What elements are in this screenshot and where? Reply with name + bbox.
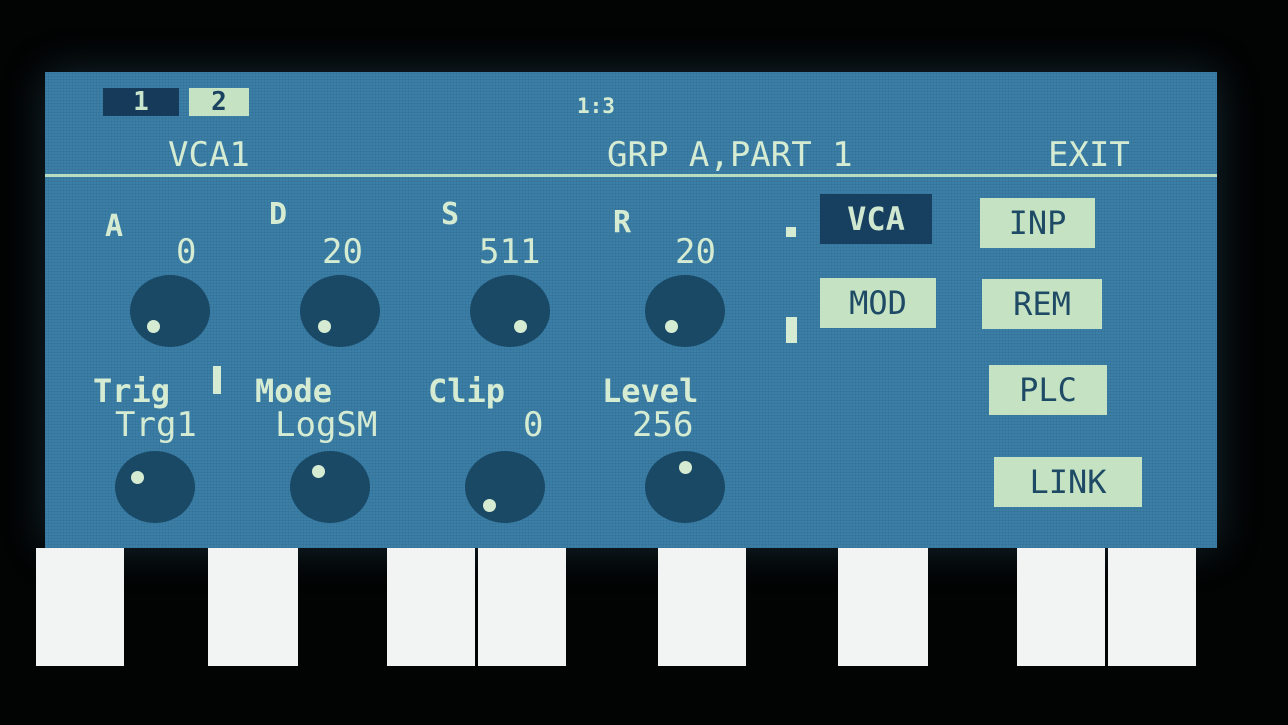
soft-key-5[interactable] <box>658 548 746 666</box>
trig-value: Trg1 <box>115 405 197 445</box>
soft-key-1[interactable] <box>36 548 124 666</box>
clip-label: Clip <box>428 372 506 410</box>
release-label: R <box>613 205 632 240</box>
sustain-value: 511 <box>479 232 541 272</box>
link-button[interactable]: LINK <box>994 457 1142 507</box>
mod-select-indicator <box>786 317 797 343</box>
page-indicator: 1:3 <box>577 94 615 118</box>
soft-key-3[interactable] <box>387 548 475 666</box>
plc-button[interactable]: PLC <box>989 365 1107 415</box>
trig-edit-indicator <box>213 366 221 394</box>
attack-knob[interactable] <box>130 275 210 347</box>
mod-button[interactable]: MOD <box>820 278 936 328</box>
clip-knob[interactable] <box>465 451 545 523</box>
soft-key-7[interactable] <box>1017 548 1105 666</box>
soft-key-8[interactable] <box>1108 548 1196 666</box>
attack-label: A <box>105 209 124 244</box>
mode-label: Mode <box>255 372 333 410</box>
trig-label: Trig <box>93 372 171 410</box>
clip-value: 0 <box>523 405 544 445</box>
trig-knob[interactable] <box>115 451 195 523</box>
attack-value: 0 <box>176 232 197 272</box>
soft-key-6[interactable] <box>838 548 928 666</box>
mode-knob[interactable] <box>290 451 370 523</box>
soft-key-2[interactable] <box>208 548 298 666</box>
knob-indicator <box>131 471 144 484</box>
header-divider <box>45 174 1217 177</box>
knob-indicator <box>514 320 527 333</box>
knob-indicator <box>147 320 160 333</box>
lcd-screen: 1 2 1:3 VCA1 GRP A,PART 1 EXIT A 0 D 20 … <box>45 72 1217 548</box>
exit-button[interactable]: EXIT <box>1048 138 1130 172</box>
decay-label: D <box>269 197 288 232</box>
knob-indicator <box>665 320 678 333</box>
release-value: 20 <box>675 232 716 272</box>
level-value: 256 <box>632 405 694 445</box>
page-title: VCA1 <box>168 135 250 175</box>
level-label: Level <box>602 372 699 410</box>
knob-indicator <box>483 499 496 512</box>
vca-select-indicator <box>786 227 796 237</box>
knob-indicator <box>312 465 325 478</box>
knob-indicator <box>679 461 692 474</box>
mode-value: LogSM <box>275 405 378 445</box>
tab-1[interactable]: 1 <box>103 88 179 116</box>
level-knob[interactable] <box>645 451 725 523</box>
decay-knob[interactable] <box>300 275 380 347</box>
knob-indicator <box>318 320 331 333</box>
vca-button[interactable]: VCA <box>820 194 932 244</box>
sustain-knob[interactable] <box>470 275 550 347</box>
decay-value: 20 <box>322 232 363 272</box>
group-part-label: GRP A,PART 1 <box>607 135 853 175</box>
soft-key-4[interactable] <box>478 548 566 666</box>
inp-button[interactable]: INP <box>980 198 1095 248</box>
sustain-label: S <box>441 197 460 232</box>
release-knob[interactable] <box>645 275 725 347</box>
tab-2[interactable]: 2 <box>189 88 249 116</box>
rem-button[interactable]: REM <box>982 279 1102 329</box>
